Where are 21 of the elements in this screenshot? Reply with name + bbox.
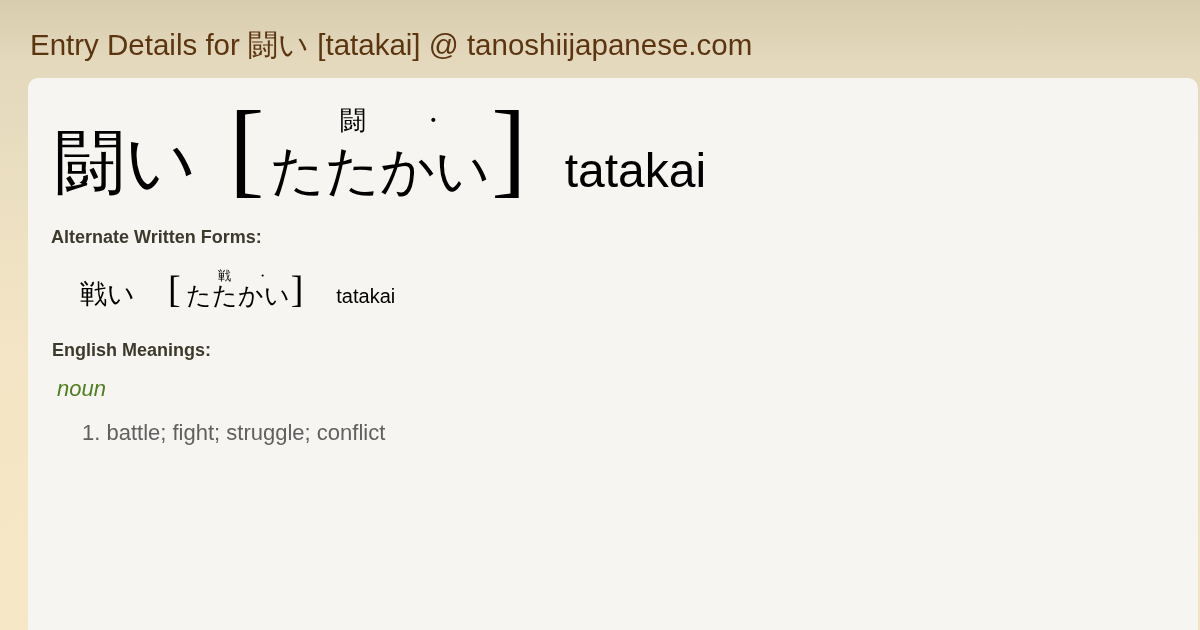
furigana: 戦 <box>218 268 232 283</box>
section-heading: English Meanings: <box>52 340 211 360</box>
boundary-dot: ・ <box>256 268 270 283</box>
romaji: tatakai <box>336 286 396 306</box>
page-title: Entry Details for 闘い [tatakai] @ tanoshiijapanese.com <box>30 29 753 61</box>
reading-kana: い <box>435 144 491 198</box>
reading-kana: い <box>263 283 290 308</box>
reading-kana: たたか <box>185 283 264 308</box>
part-of-speech: noun <box>57 376 106 402</box>
close-bracket: ] <box>290 270 304 308</box>
close-bracket: ] <box>491 96 527 202</box>
reading-kana: たたか <box>270 144 436 198</box>
open-bracket: [ <box>229 96 265 202</box>
meaning-text: 1. battle; fight; struggle; conflict <box>82 420 386 446</box>
romaji: tatakai <box>564 147 707 195</box>
headword: 闘い <box>55 128 197 198</box>
furigana: 闘 <box>339 106 366 136</box>
section-heading: Alternate Written Forms: <box>51 227 262 247</box>
open-bracket: [ <box>168 270 181 308</box>
alternate-form: 戦い <box>80 281 135 308</box>
boundary-dot: ・ <box>420 106 447 136</box>
